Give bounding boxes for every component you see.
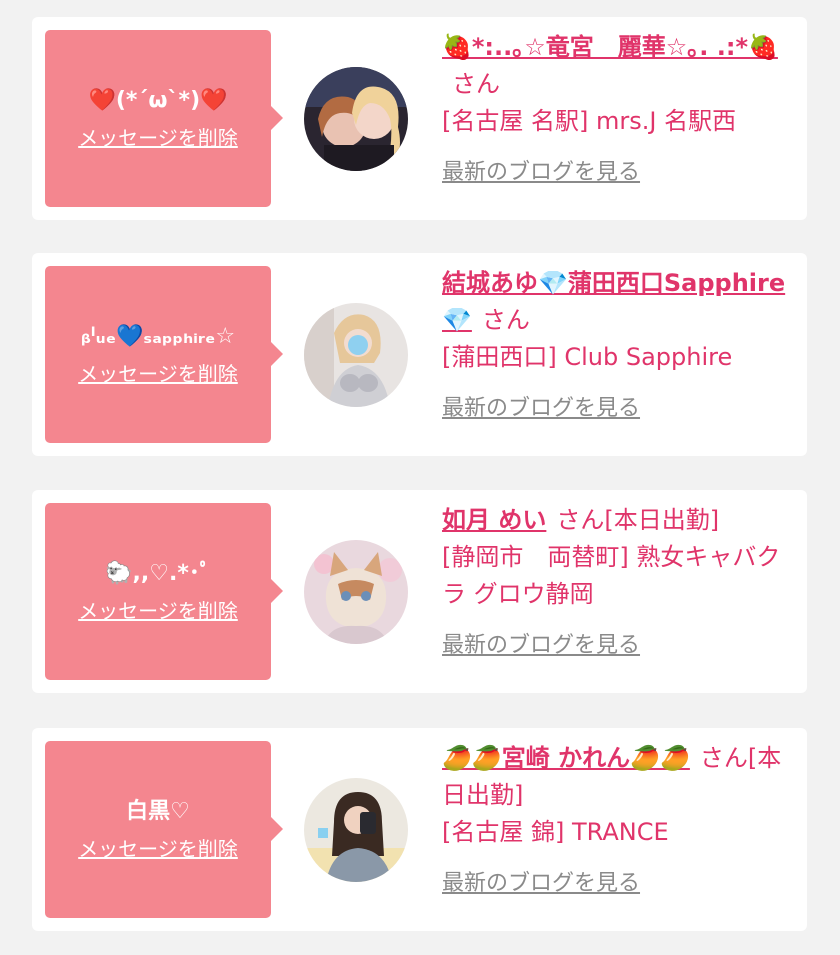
message-bubble: 白黒♡ メッセージを削除 xyxy=(45,741,283,918)
message-card: 白黒♡ メッセージを削除 🥭🥭宮崎 かれん🥭🥭 さん[本日出勤] [名古屋 錦] … xyxy=(32,728,807,931)
message-bubble: ❤️(*´ω`*)❤️ メッセージを削除 xyxy=(45,30,283,207)
message-text: 🐑,,♡.*･ﾟ xyxy=(105,561,211,586)
honorific: さん xyxy=(699,744,748,772)
honorific: さん xyxy=(481,306,530,334)
delete-message-link[interactable]: メッセージを削除 xyxy=(78,595,238,624)
honorific: さん xyxy=(452,70,500,98)
shop-label: [名古屋 名駅] mrs.J 名駅西 xyxy=(442,107,737,135)
profile-info: 🍓*:..｡☆竜宮 麗華☆｡. .:*🍓 さん [名古屋 名駅] mrs.J 名駅… xyxy=(442,29,794,191)
latest-blog-link[interactable]: 最新のブログを見る xyxy=(442,865,640,902)
delete-message-link[interactable]: メッセージを削除 xyxy=(78,358,238,387)
honorific: さん xyxy=(556,506,605,534)
profile-info: 結城あゆ💎蒲田西口Sapphire💎 さん [蒲田西口] Club Sapphir… xyxy=(442,265,794,427)
avatar[interactable] xyxy=(304,303,408,407)
profile-info: 如月 めい さん[本日出勤] [静岡市 両替町] 熟女キャバクラ グロウ静岡 最新… xyxy=(442,502,794,664)
shop-label: [名古屋 錦] TRANCE xyxy=(442,818,669,846)
delete-message-link[interactable]: メッセージを削除 xyxy=(78,122,238,151)
shop-label: [蒲田西口] Club Sapphire xyxy=(442,343,733,371)
message-text: 白黒♡ xyxy=(126,799,190,824)
latest-blog-link[interactable]: 最新のブログを見る xyxy=(442,627,640,664)
cast-name-link[interactable]: 如月 めい xyxy=(442,506,546,534)
message-text: ᵦˡᵤₑ💙ₛₐₚₚₕᵢᵣₑ☆ xyxy=(80,324,236,349)
message-bubble: ᵦˡᵤₑ💙ₛₐₚₚₕᵢᵣₑ☆ メッセージを削除 xyxy=(45,266,283,443)
message-card: ᵦˡᵤₑ💙ₛₐₚₚₕᵢᵣₑ☆ メッセージを削除 結城あゆ💎蒲田西口Sapphir… xyxy=(32,253,807,456)
profile-info: 🥭🥭宮崎 かれん🥭🥭 さん[本日出勤] [名古屋 錦] TRANCE 最新のブログ… xyxy=(442,740,794,902)
message-list: ❤️(*´ω`*)❤️ メッセージを削除 🍓*:..｡☆竜宮 麗華☆｡. .:*… xyxy=(0,0,840,955)
message-text: ❤️(*´ω`*)❤️ xyxy=(88,88,228,113)
cast-name-link[interactable]: 🍓*:..｡☆竜宮 麗華☆｡. .:*🍓 xyxy=(442,33,778,61)
attendance-status: [本日出勤] xyxy=(604,506,720,534)
shop-label: [静岡市 両替町] 熟女キャバクラ グロウ静岡 xyxy=(442,543,781,608)
avatar[interactable] xyxy=(304,540,408,644)
latest-blog-link[interactable]: 最新のブログを見る xyxy=(442,390,640,427)
avatar[interactable] xyxy=(304,778,408,882)
message-card: 🐑,,♡.*･ﾟ メッセージを削除 如月 めい さん[本日出勤] [静岡市 両替町… xyxy=(32,490,807,693)
avatar[interactable] xyxy=(304,67,408,171)
message-bubble: 🐑,,♡.*･ﾟ メッセージを削除 xyxy=(45,503,283,680)
delete-message-link[interactable]: メッセージを削除 xyxy=(78,833,238,862)
cast-name-link[interactable]: 🥭🥭宮崎 かれん🥭🥭 xyxy=(442,744,690,772)
message-card: ❤️(*´ω`*)❤️ メッセージを削除 🍓*:..｡☆竜宮 麗華☆｡. .:*… xyxy=(32,17,807,220)
latest-blog-link[interactable]: 最新のブログを見る xyxy=(442,154,640,191)
